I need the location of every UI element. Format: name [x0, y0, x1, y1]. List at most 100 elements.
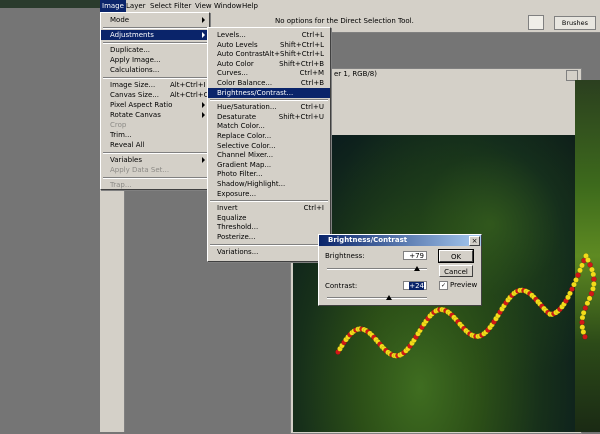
menu-item-posterize[interactable]: Posterize...: [208, 232, 330, 242]
contrast-label: Contrast:: [325, 282, 358, 290]
bead: [579, 324, 586, 331]
bead: [589, 266, 595, 273]
menu-item-gradient-map[interactable]: Gradient Map...: [208, 160, 330, 170]
menu-item-adjustments[interactable]: Adjustments: [101, 30, 209, 40]
menu-item-levels[interactable]: Levels... Ctrl+L: [208, 30, 330, 40]
menu-item-variations[interactable]: Variations...: [208, 247, 330, 257]
menu-item-desaturate[interactable]: Desaturate Shift+Ctrl+U: [208, 112, 330, 122]
bead: [585, 257, 591, 263]
menu-item-label: Channel Mixer...: [217, 151, 274, 160]
menu-item-label: Variables: [110, 156, 142, 164]
bead: [591, 276, 597, 283]
contrast-input[interactable]: +24: [403, 281, 427, 290]
menu-item-label: Apply Data Set...: [110, 166, 170, 174]
menu-item-label: Trap...: [110, 181, 132, 189]
menu-item-label: Crop: [110, 121, 127, 129]
cancel-button[interactable]: Cancel: [439, 265, 473, 277]
menu-item-label: Auto Levels: [217, 40, 258, 49]
menu-item-shortcut: Alt+Ctrl+I: [170, 81, 206, 89]
brightness-contrast-dialog: Brightness/Contrast × Brightness: +79 Co…: [318, 234, 482, 306]
submenu-arrow-icon: [202, 17, 205, 23]
menu-item-rotate-canvas[interactable]: Rotate Canvas: [101, 110, 209, 120]
menu-item-match-color[interactable]: Match Color...: [208, 121, 330, 131]
menu-item-label: Auto Color: [217, 59, 254, 68]
menu-item-label: Reveal All: [110, 141, 145, 149]
menu-item-apply-image[interactable]: Apply Image...: [101, 55, 209, 65]
menu-item-label: Brightness/Contrast...: [217, 88, 294, 97]
contrast-slider-track[interactable]: [327, 297, 427, 299]
menu-item-image-size[interactable]: Image Size... Alt+Ctrl+I: [101, 80, 209, 90]
menu-item-label: Photo Filter...: [217, 170, 263, 179]
menu-item-channel-mixer[interactable]: Channel Mixer...: [208, 150, 330, 160]
brightness-slider-thumb[interactable]: [413, 266, 420, 271]
menu-item-label: Apply Image...: [110, 56, 161, 64]
ok-button[interactable]: OK: [438, 249, 474, 263]
image-menu: Mode Adjustments Duplicate... Apply Image..…: [100, 12, 210, 190]
menu-item-label: Variations...: [217, 247, 259, 256]
menu-item-invert[interactable]: Invert Ctrl+I: [208, 203, 330, 213]
menu-item-mode[interactable]: Mode: [101, 15, 209, 25]
menu-item-shortcut: Shift+Ctrl+B: [279, 59, 324, 68]
submenu-arrow-icon: [202, 112, 205, 118]
menu-item-trim[interactable]: Trim...: [101, 130, 209, 140]
menu-item-label: Equalize: [217, 213, 247, 222]
bead: [582, 305, 589, 311]
menu-item-hue-saturation[interactable]: Hue/Saturation... Ctrl+U: [208, 102, 330, 112]
menu-item-label: Levels...: [217, 31, 246, 39]
submenu-arrow-icon: [202, 157, 205, 163]
bead: [588, 290, 595, 297]
menu-item-exposure[interactable]: Exposure...: [208, 189, 330, 199]
menu-item-label: Selective Color...: [217, 141, 276, 150]
bead: [591, 281, 597, 287]
menu-separator: [103, 27, 207, 29]
menu-separator: [210, 243, 328, 246]
menu-item-auto-contrast[interactable]: Auto Contrast Alt+Shift+Ctrl+L: [208, 49, 330, 59]
menu-item-canvas-size[interactable]: Canvas Size... Alt+Ctrl+C: [101, 90, 209, 100]
menu-separator: [103, 77, 207, 79]
bead: [575, 272, 581, 278]
contrast-slider-thumb[interactable]: [386, 295, 392, 300]
menu-item-crop: Crop: [101, 120, 209, 130]
menu-item-label: Auto Contrast: [217, 50, 266, 59]
menu-item-label: Posterize...: [217, 233, 256, 241]
preview-label: Preview: [450, 281, 478, 289]
menu-item-replace-color[interactable]: Replace Color...: [208, 131, 330, 141]
menu-item-shortcut: Shift+Ctrl+L: [280, 40, 324, 49]
brightness-label: Brightness:: [325, 252, 365, 260]
close-icon[interactable]: ×: [469, 236, 480, 246]
menu-item-shadow-highlight[interactable]: Shadow/Highlight...: [208, 179, 330, 189]
contrast-value: +24: [409, 282, 424, 290]
menu-item-label: Canvas Size...: [110, 91, 159, 99]
menu-item-calculations[interactable]: Calculations...: [101, 65, 209, 75]
menu-item-color-balance[interactable]: Color Balance... Ctrl+B: [208, 78, 330, 88]
menu-item-apply-data-set: Apply Data Set...: [101, 165, 209, 175]
menu-item-photo-filter[interactable]: Photo Filter...: [208, 169, 330, 179]
menu-item-threshold[interactable]: Threshold...: [208, 222, 330, 232]
menu-item-label: Image Size...: [110, 81, 156, 89]
adjustments-submenu: Levels... Ctrl+L Auto Levels Shift+Ctrl+L Au…: [207, 27, 331, 262]
menu-item-curves[interactable]: Curves... Ctrl+M: [208, 68, 330, 78]
menu-item-label: Match Color...: [217, 122, 265, 131]
menu-item-equalize[interactable]: Equalize: [208, 213, 330, 223]
bead: [579, 319, 585, 326]
brightness-input[interactable]: +79: [403, 251, 427, 260]
menu-item-label: Mode: [110, 16, 130, 24]
menu-item-brightness-contrast[interactable]: Brightness/Contrast...: [208, 87, 330, 98]
menu-item-shortcut: Ctrl+I: [303, 204, 324, 213]
menu-item-auto-levels[interactable]: Auto Levels Shift+Ctrl+L: [208, 40, 330, 50]
bead: [587, 261, 593, 268]
menu-item-variables[interactable]: Variables: [101, 155, 209, 165]
menu-item-selective-color[interactable]: Selective Color...: [208, 141, 330, 151]
menu-item-label: Gradient Map...: [217, 160, 272, 169]
menu-item-label: Curves...: [217, 69, 248, 78]
menu-separator: [210, 200, 328, 203]
bead: [590, 285, 596, 292]
brightness-slider-track[interactable]: [327, 268, 427, 270]
bead: [579, 262, 585, 269]
menu-item-label: Shadow/Highlight...: [217, 180, 286, 188]
menu-item-reveal-all[interactable]: Reveal All: [101, 140, 209, 150]
menu-item-pixel-aspect-ratio[interactable]: Pixel Aspect Ratio: [101, 100, 209, 110]
menu-item-duplicate[interactable]: Duplicate...: [101, 45, 209, 55]
menu-item-auto-color[interactable]: Auto Color Shift+Ctrl+B: [208, 59, 330, 69]
preview-checkbox[interactable]: ✓: [439, 281, 448, 290]
